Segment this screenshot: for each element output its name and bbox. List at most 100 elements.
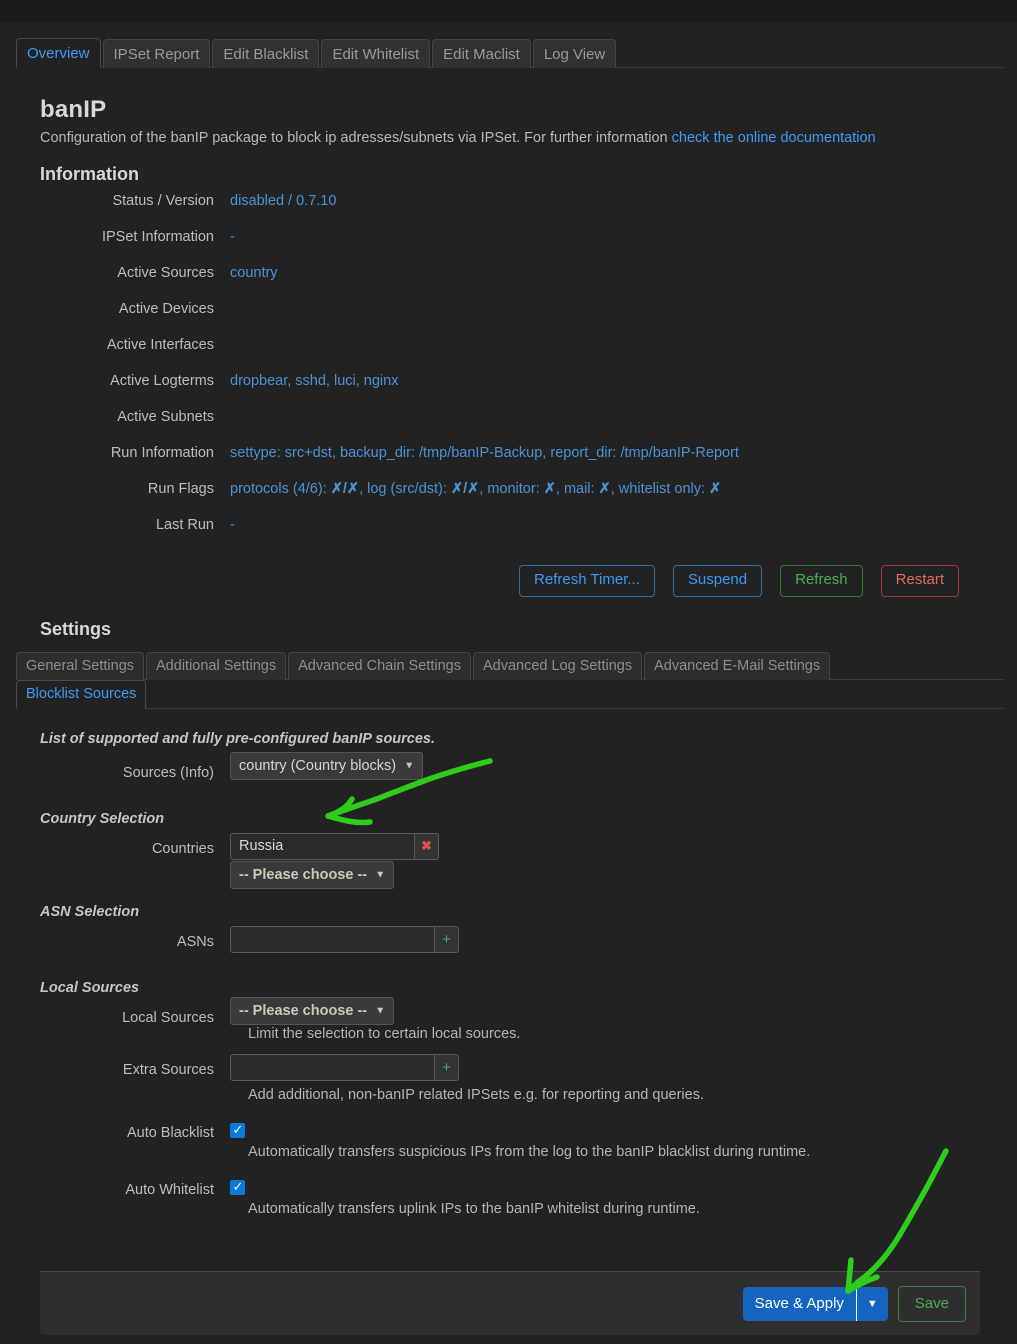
local-sources-select-wrap[interactable]: -- Please choose -- ▼ bbox=[230, 996, 395, 1025]
save-and-apply-button[interactable]: Save & Apply bbox=[742, 1286, 856, 1321]
tab-edit-blacklist-label: Edit Blacklist bbox=[223, 46, 309, 63]
info-label-active-subnets: Active Subnets bbox=[117, 409, 214, 425]
info-label-run-flags: Run Flags bbox=[147, 481, 214, 497]
info-label-status-version: Status / Version bbox=[112, 193, 214, 209]
tab-ipset-report-label: IPSet Report bbox=[113, 46, 200, 63]
online-documentation-link[interactable]: check the online documentation bbox=[672, 130, 876, 146]
chevron-down-icon: ▼ bbox=[866, 1297, 878, 1310]
auto-whitelist-help: Automatically transfers uplink IPs to th… bbox=[248, 1200, 700, 1217]
info-value-status-version: disabled / 0.7.10 bbox=[230, 193, 337, 209]
run-flag-protocols-value: ✗/✗ bbox=[330, 481, 360, 497]
blocklist-sources-intro: List of supported and fully pre-configur… bbox=[40, 730, 436, 747]
run-flag-mail-label: , mail: bbox=[555, 481, 599, 497]
form-row-extra-sources: Extra Sources + Add additional, non-banI… bbox=[22, 1053, 995, 1103]
tab-general-settings[interactable]: General Settings bbox=[16, 652, 145, 680]
auto-blacklist-field: Automatically transfers suspicious IPs f… bbox=[230, 1117, 995, 1160]
info-label-ipset-information: IPSet Information bbox=[101, 229, 214, 245]
form-row-countries: Countries ✖ -- Please choose -- ▼ bbox=[22, 832, 995, 889]
countries-input[interactable] bbox=[230, 832, 415, 860]
tab-ipset-report[interactable]: IPSet Report bbox=[102, 39, 211, 68]
run-flag-log-label: , log (src/dst): bbox=[359, 481, 451, 497]
save-apply-group: Save & Apply ▼ bbox=[742, 1286, 888, 1321]
tab-edit-maclist[interactable]: Edit Maclist bbox=[432, 39, 531, 68]
refresh-button[interactable]: Refresh bbox=[780, 565, 863, 597]
tab-blocklist-sources-label: Blocklist Sources bbox=[26, 686, 137, 702]
run-flag-whitelist-label: , whitelist only: bbox=[610, 481, 710, 497]
tab-advanced-email-settings-label: Advanced E-Mail Settings bbox=[654, 658, 821, 674]
sources-select[interactable]: country (Country blocks) bbox=[230, 751, 424, 780]
extra-sources-label: Extra Sources bbox=[122, 1061, 214, 1078]
info-value-last-run: - bbox=[230, 517, 235, 533]
local-sources-select[interactable]: -- Please choose -- bbox=[230, 996, 395, 1025]
plus-icon: + bbox=[442, 930, 451, 948]
tab-blocklist-sources[interactable]: Blocklist Sources bbox=[16, 680, 147, 709]
info-value-active-logterms: dropbear, sshd, luci, nginx bbox=[230, 373, 399, 389]
tab-log-view-label: Log View bbox=[543, 46, 606, 63]
suspend-button[interactable]: Suspend bbox=[672, 565, 763, 597]
sources-label: Sources (Info) bbox=[122, 764, 214, 781]
countries-chooser-wrap[interactable]: -- Please choose -- ▼ bbox=[230, 860, 395, 889]
info-label-run-information: Run Information bbox=[110, 445, 214, 461]
local-sources-field: -- Please choose -- ▼ Limit the selectio… bbox=[230, 996, 995, 1042]
info-value-active-sources: country bbox=[230, 265, 278, 281]
tab-edit-whitelist-label: Edit Whitelist bbox=[332, 46, 420, 63]
run-flag-mail-value: ✗ bbox=[598, 481, 611, 497]
sources-select-wrap[interactable]: country (Country blocks) ▼ bbox=[230, 751, 424, 780]
save-button[interactable]: Save bbox=[897, 1285, 966, 1322]
window-top-bar bbox=[0, 0, 1017, 22]
info-row-ipset-information: IPSet Information - bbox=[22, 229, 995, 265]
action-button-row: Refresh Timer... Suspend Refresh Restart bbox=[22, 553, 995, 597]
local-sources-label: Local Sources bbox=[122, 1009, 214, 1026]
auto-whitelist-checkbox[interactable] bbox=[230, 1179, 245, 1195]
extra-sources-input[interactable] bbox=[230, 1053, 435, 1081]
page-description-text: Configuration of the banIP package to bl… bbox=[40, 130, 672, 146]
countries-input-group: ✖ bbox=[230, 832, 995, 860]
settings-section: Settings bbox=[22, 619, 995, 640]
tab-advanced-chain-settings[interactable]: Advanced Chain Settings bbox=[288, 652, 471, 680]
tab-overview-label: Overview bbox=[27, 45, 90, 62]
restart-button[interactable]: Restart bbox=[880, 565, 959, 597]
tab-log-view[interactable]: Log View bbox=[532, 39, 617, 68]
tab-edit-blacklist[interactable]: Edit Blacklist bbox=[212, 39, 320, 68]
refresh-timer-button[interactable]: Refresh Timer... bbox=[519, 565, 655, 597]
tab-additional-settings-label: Additional Settings bbox=[156, 658, 277, 674]
info-row-active-interfaces: Active Interfaces bbox=[22, 337, 995, 373]
settings-tab-bar-row1: General Settings Additional Settings Adv… bbox=[16, 652, 1003, 680]
extra-sources-input-group: + bbox=[230, 1053, 995, 1081]
run-flag-log-value: ✗/✗ bbox=[450, 481, 480, 497]
settings-heading: Settings bbox=[40, 618, 112, 639]
auto-blacklist-checkbox[interactable] bbox=[230, 1122, 245, 1138]
main-tab-bar: Overview IPSet Report Edit Blacklist Edi… bbox=[16, 22, 1003, 68]
save-apply-dropdown-button[interactable]: ▼ bbox=[855, 1286, 888, 1321]
form-row-auto-whitelist: Auto Whitelist Automatically transfers u… bbox=[22, 1174, 995, 1217]
info-row-active-sources: Active Sources country bbox=[22, 265, 995, 301]
extra-sources-add-button[interactable]: + bbox=[435, 1053, 459, 1081]
info-label-active-sources: Active Sources bbox=[117, 265, 214, 281]
countries-chooser-select[interactable]: -- Please choose -- bbox=[230, 860, 395, 889]
tab-advanced-log-settings[interactable]: Advanced Log Settings bbox=[472, 652, 643, 680]
form-row-auto-blacklist: Auto Blacklist Automatically transfers s… bbox=[22, 1117, 995, 1160]
tab-advanced-email-settings[interactable]: Advanced E-Mail Settings bbox=[644, 652, 831, 680]
asns-input-group: + bbox=[230, 925, 995, 953]
info-label-active-logterms: Active Logterms bbox=[110, 373, 214, 389]
country-selection-heading: Country Selection bbox=[40, 810, 165, 827]
sources-field: country (Country blocks) ▼ bbox=[230, 751, 995, 780]
tab-additional-settings[interactable]: Additional Settings bbox=[146, 652, 287, 680]
info-row-run-flags: Run Flags protocols (4/6): ✗/✗, log (src… bbox=[22, 481, 995, 517]
info-row-active-logterms: Active Logterms dropbear, sshd, luci, ng… bbox=[22, 373, 995, 409]
info-value-ipset-information: - bbox=[230, 229, 235, 245]
countries-remove-button[interactable]: ✖ bbox=[415, 832, 439, 860]
auto-blacklist-label: Auto Blacklist bbox=[126, 1124, 214, 1141]
form-row-sources: Sources (Info) country (Country blocks) … bbox=[22, 751, 995, 791]
info-value-run-flags: protocols (4/6): ✗/✗, log (src/dst): ✗/✗… bbox=[230, 481, 721, 497]
asns-add-button[interactable]: + bbox=[435, 925, 459, 953]
tab-edit-whitelist[interactable]: Edit Whitelist bbox=[321, 39, 431, 68]
local-sources-heading: Local Sources bbox=[40, 979, 140, 996]
info-row-last-run: Last Run - bbox=[22, 517, 995, 553]
info-label-active-interfaces: Active Interfaces bbox=[106, 337, 214, 353]
info-label-last-run: Last Run bbox=[155, 517, 214, 533]
asns-input[interactable] bbox=[230, 925, 435, 953]
asn-selection-heading: ASN Selection bbox=[40, 903, 140, 920]
tab-overview[interactable]: Overview bbox=[16, 38, 101, 68]
form-row-asns: ASNs + bbox=[22, 925, 995, 960]
